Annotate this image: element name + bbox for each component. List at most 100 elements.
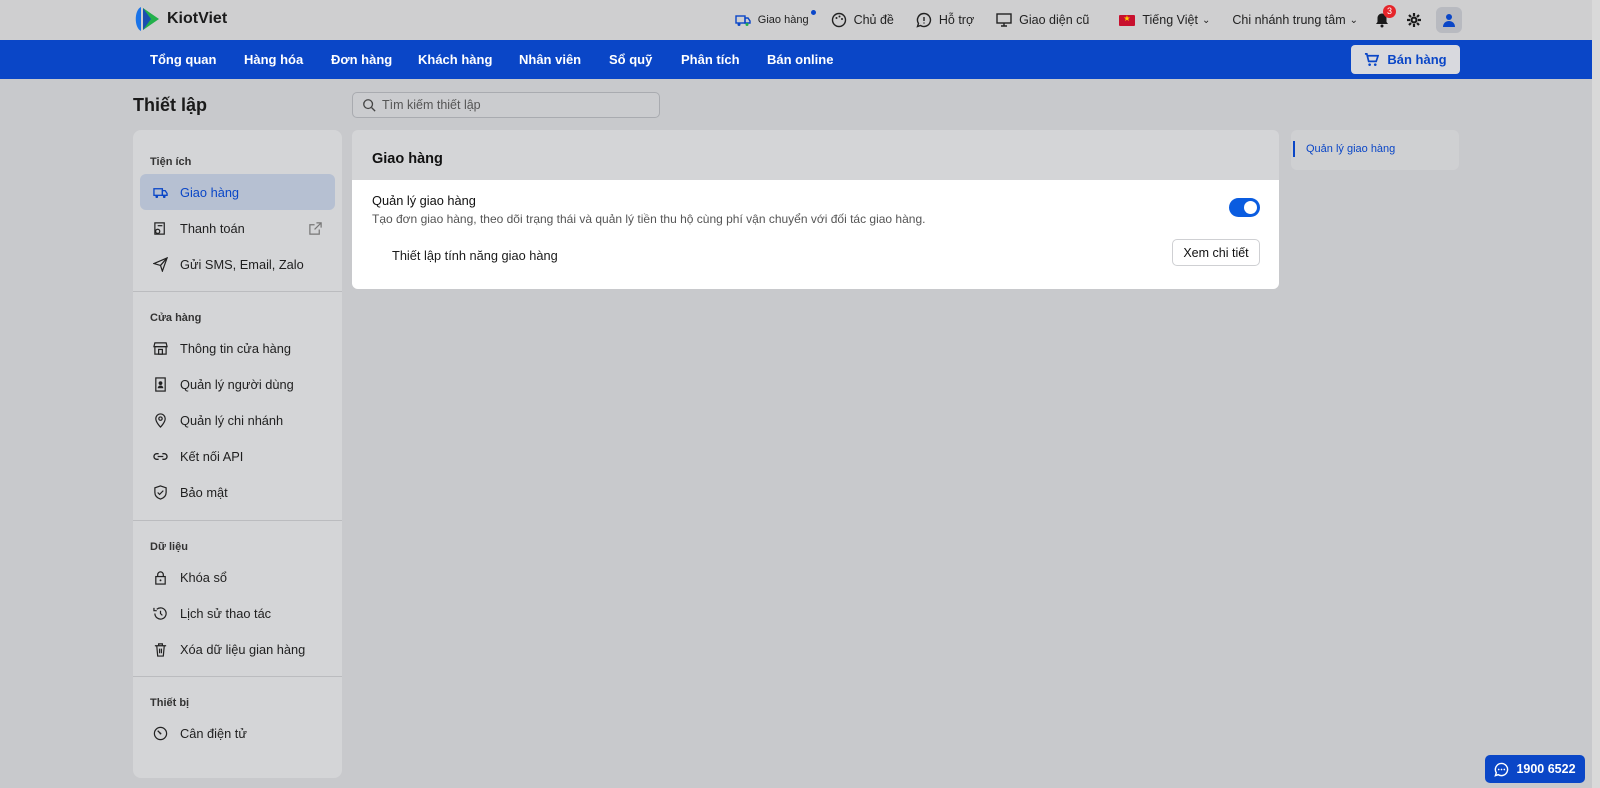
avatar: [1436, 7, 1462, 33]
support-label: Hỗ trợ: [938, 13, 975, 27]
scrollbar[interactable]: [1592, 0, 1600, 788]
nav-online-sales[interactable]: Bán online: [767, 52, 833, 67]
feature-title: Quản lý giao hàng: [372, 193, 476, 208]
monitor-icon: [996, 13, 1012, 27]
sidebar-item-api[interactable]: Kết nối API: [140, 438, 335, 474]
sidebar-item-label: Quản lý chi nhánh: [180, 412, 284, 428]
sidebar-item-label: Kết nối API: [180, 448, 244, 464]
sidebar-item-label: Xóa dữ liệu gian hàng: [180, 641, 306, 657]
sidebar-item-label: Lịch sử thao tác: [180, 605, 272, 621]
external-link-icon: [309, 222, 322, 235]
search-input[interactable]: [382, 98, 642, 112]
nav-overview[interactable]: Tổng quan: [150, 52, 216, 67]
main-nav: Tổng quan Hàng hóa Đơn hàng Khách hàng N…: [0, 40, 1592, 79]
app-name: KiotViet: [167, 10, 228, 27]
support-link[interactable]: Hỗ trợ: [916, 12, 974, 28]
nav-customers[interactable]: Khách hàng: [418, 52, 492, 67]
language-label: Tiếng Việt: [1142, 13, 1198, 27]
hotline-button[interactable]: 1900 6522: [1485, 755, 1585, 783]
sidebar-item-payment[interactable]: Thanh toán: [140, 210, 335, 246]
old-ui-link[interactable]: Giao diện cũ: [996, 12, 1089, 28]
theme-link[interactable]: Chủ đề: [831, 12, 894, 28]
history-icon: [153, 606, 167, 620]
chevron-down-icon: ⌄: [1201, 14, 1211, 26]
nav-cashbook[interactable]: Sổ quỹ: [609, 52, 652, 67]
sidebar-item-label: Bảo mật: [180, 484, 228, 500]
table-of-contents: Quản lý giao hàng: [1291, 130, 1459, 170]
page-title: Thiết lập: [133, 95, 208, 115]
payment-icon: [154, 221, 165, 235]
sidebar-item-book-lock[interactable]: Khóa sổ: [140, 559, 335, 595]
truck-icon: [153, 187, 168, 198]
sell-button[interactable]: Bán hàng: [1351, 45, 1460, 74]
chat-bubble-icon: [1494, 762, 1509, 777]
delivery-feature-card: Quản lý giao hàng Tạo đơn giao hàng, the…: [352, 180, 1279, 289]
top-bar: KiotViet Giao hàng Chủ đề Hỗ trợ Giao di…: [0, 0, 1600, 40]
toc-link-delivery-management[interactable]: Quản lý giao hàng: [1306, 143, 1395, 155]
sidebar-item-label: Thanh toán: [180, 220, 245, 236]
link-icon: [153, 452, 168, 460]
chevron-down-icon: ⌄: [1349, 14, 1358, 26]
scale-gauge-icon: [153, 726, 168, 740]
branch-select[interactable]: Chi nhánh trung tâm ⌄: [1232, 13, 1358, 27]
feature-description: Tạo đơn giao hàng, theo dõi trạng thái v…: [372, 212, 926, 226]
delivery-settings-panel: Giao hàng Quản lý giao hàng Tạo đơn giao…: [352, 130, 1279, 289]
nav-staff[interactable]: Nhân viên: [519, 52, 581, 67]
user-menu[interactable]: [1436, 7, 1462, 33]
sidebar-item-messaging[interactable]: Gửi SMS, Email, Zalo: [140, 246, 335, 282]
search-icon: [363, 99, 376, 112]
trash-icon: [154, 642, 167, 657]
send-icon: [153, 256, 168, 272]
sidebar-item-security[interactable]: Bảo mật: [140, 474, 335, 510]
nav-orders[interactable]: Đơn hàng: [331, 52, 392, 67]
settings-button[interactable]: [1406, 12, 1422, 28]
vietnam-flag-icon: [1119, 14, 1136, 26]
divider: [133, 676, 342, 677]
nav-analytics[interactable]: Phân tích: [681, 52, 740, 67]
sidebar-item-electronic-scale[interactable]: Cân điện tử: [140, 715, 335, 751]
language-select[interactable]: Tiếng Việt ⌄: [1119, 13, 1210, 27]
notification-badge: 3: [1383, 5, 1396, 18]
user-icon: [1443, 14, 1455, 27]
truck-icon: [735, 15, 751, 26]
view-details-button[interactable]: Xem chi tiết: [1172, 239, 1260, 266]
logo[interactable]: KiotViet: [133, 6, 227, 32]
toc-active-indicator: [1293, 141, 1295, 157]
section-title-utilities: Tiện ích: [150, 156, 192, 168]
location-pin-icon: [155, 412, 166, 428]
shield-icon: [154, 484, 167, 500]
cart-icon: [1365, 53, 1380, 66]
store-icon: [153, 341, 168, 355]
panel-title: Giao hàng: [372, 151, 443, 167]
sidebar-item-label: Quản lý người dùng: [180, 376, 294, 392]
hotline-number: 1900 6522: [1516, 762, 1576, 776]
delivery-label: Giao hàng: [757, 14, 809, 26]
nav-products[interactable]: Hàng hóa: [244, 52, 303, 67]
gear-icon: [1407, 13, 1421, 27]
sidebar-item-delivery[interactable]: Giao hàng: [140, 174, 335, 210]
sell-button-label: Bán hàng: [1387, 52, 1447, 67]
sidebar-item-delete-data[interactable]: Xóa dữ liệu gian hàng: [140, 631, 335, 667]
divider: [133, 520, 342, 521]
branch-label: Chi nhánh trung tâm: [1232, 13, 1346, 27]
sidebar-item-label: Gửi SMS, Email, Zalo: [180, 256, 304, 272]
delivery-link[interactable]: Giao hàng: [735, 10, 816, 28]
sidebar-item-label: Giao hàng: [180, 184, 240, 200]
settings-sidebar: Tiện ích Giao hàng Thanh toán Gửi SMS, E…: [133, 130, 342, 778]
sidebar-item-users[interactable]: Quản lý người dùng: [140, 366, 335, 402]
delivery-dot: [810, 10, 816, 15]
sidebar-item-activity-history[interactable]: Lịch sử thao tác: [140, 595, 335, 631]
lock-icon: [155, 570, 166, 585]
kiotviet-logo-icon: [135, 7, 159, 31]
sidebar-item-store-info[interactable]: Thông tin cửa hàng: [140, 330, 335, 366]
sidebar-item-branches[interactable]: Quản lý chi nhánh: [140, 402, 335, 438]
theme-label: Chủ đề: [853, 13, 894, 27]
section-title-store: Cửa hàng: [150, 312, 202, 324]
delivery-management-toggle[interactable]: [1229, 198, 1260, 217]
feature-setup-label: Thiết lập tính năng giao hàng: [392, 248, 558, 263]
top-actions: Giao hàng Chủ đề Hỗ trợ Giao diện cũ Tiế…: [713, 0, 1462, 40]
chat-help-icon: [916, 12, 932, 28]
sidebar-item-label: Thông tin cửa hàng: [180, 340, 292, 356]
notification-button[interactable]: 3: [1374, 5, 1396, 28]
section-title-devices: Thiết bị: [150, 697, 190, 709]
